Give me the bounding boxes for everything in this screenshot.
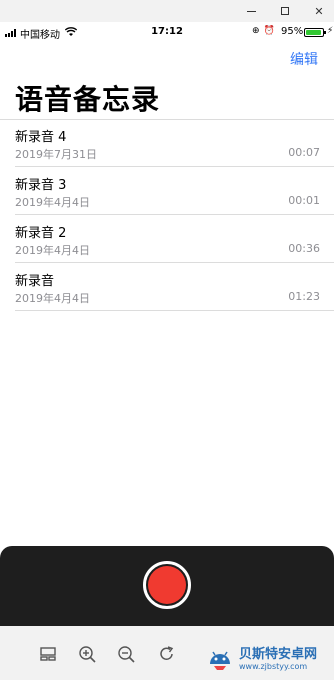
status-indicators: ⊕ ⏰ — [252, 26, 275, 36]
recording-date: 2019年4月4日 — [15, 244, 90, 257]
status-bar: 中国移动 17:12 ⊕ ⏰ 95% ⚡ — [0, 22, 334, 44]
recording-date: 2019年4月4日 — [15, 196, 90, 209]
android-logo-icon — [210, 651, 230, 670]
recording-date: 2019年4月4日 — [15, 292, 90, 305]
close-icon[interactable]: ✕ — [304, 0, 334, 22]
recording-duration: 00:01 — [288, 194, 320, 207]
record-dot-icon — [148, 566, 186, 604]
minimize-icon[interactable] — [236, 0, 266, 22]
window-title-bar: ✕ — [0, 0, 334, 22]
zoom-out-icon[interactable] — [116, 644, 136, 664]
charging-icon: ⚡ — [327, 26, 334, 36]
recording-date: 2019年7月31日 — [15, 148, 97, 161]
battery-cap — [324, 31, 326, 34]
layout-icon[interactable] — [38, 644, 58, 664]
maximize-icon[interactable] — [270, 0, 300, 22]
page-title: 语音备忘录 — [15, 83, 161, 116]
recordings-list: 新录音 4 2019年7月31日 00:07 新录音 3 2019年4月4日 0… — [0, 119, 334, 311]
recording-duration: 00:36 — [288, 242, 320, 255]
battery-icon — [304, 28, 324, 37]
recording-name: 新录音 4 — [15, 130, 67, 145]
watermark: 贝斯特安卓网 www.zjbstyy.com — [205, 634, 334, 680]
recording-name: 新录音 3 — [15, 178, 67, 193]
watermark-title: 贝斯特安卓网 — [239, 647, 318, 662]
list-item[interactable]: 新录音 3 2019年4月4日 00:01 — [0, 167, 334, 215]
list-item[interactable]: 新录音 4 2019年7月31日 00:07 — [0, 119, 334, 167]
list-item[interactable]: 新录音 2 2019年4月4日 00:36 — [0, 215, 334, 263]
recording-name: 新录音 2 — [15, 226, 67, 241]
battery-percent: 95% — [281, 26, 304, 37]
recording-duration: 01:23 — [288, 290, 320, 303]
orientation-lock-icon: ⊕ — [252, 26, 260, 36]
rotate-icon[interactable] — [157, 644, 177, 664]
list-item[interactable]: 新录音 2019年4月4日 01:23 — [0, 263, 334, 311]
divider — [15, 310, 334, 311]
alarm-icon: ⏰ — [263, 26, 275, 36]
watermark-url: www.zjbstyy.com — [239, 662, 308, 671]
zoom-in-icon[interactable] — [77, 644, 97, 664]
record-button[interactable] — [143, 561, 191, 609]
record-panel — [0, 546, 334, 626]
recording-duration: 00:07 — [288, 146, 320, 159]
recording-name: 新录音 — [15, 274, 55, 289]
edit-button[interactable]: 编辑 — [290, 49, 318, 69]
